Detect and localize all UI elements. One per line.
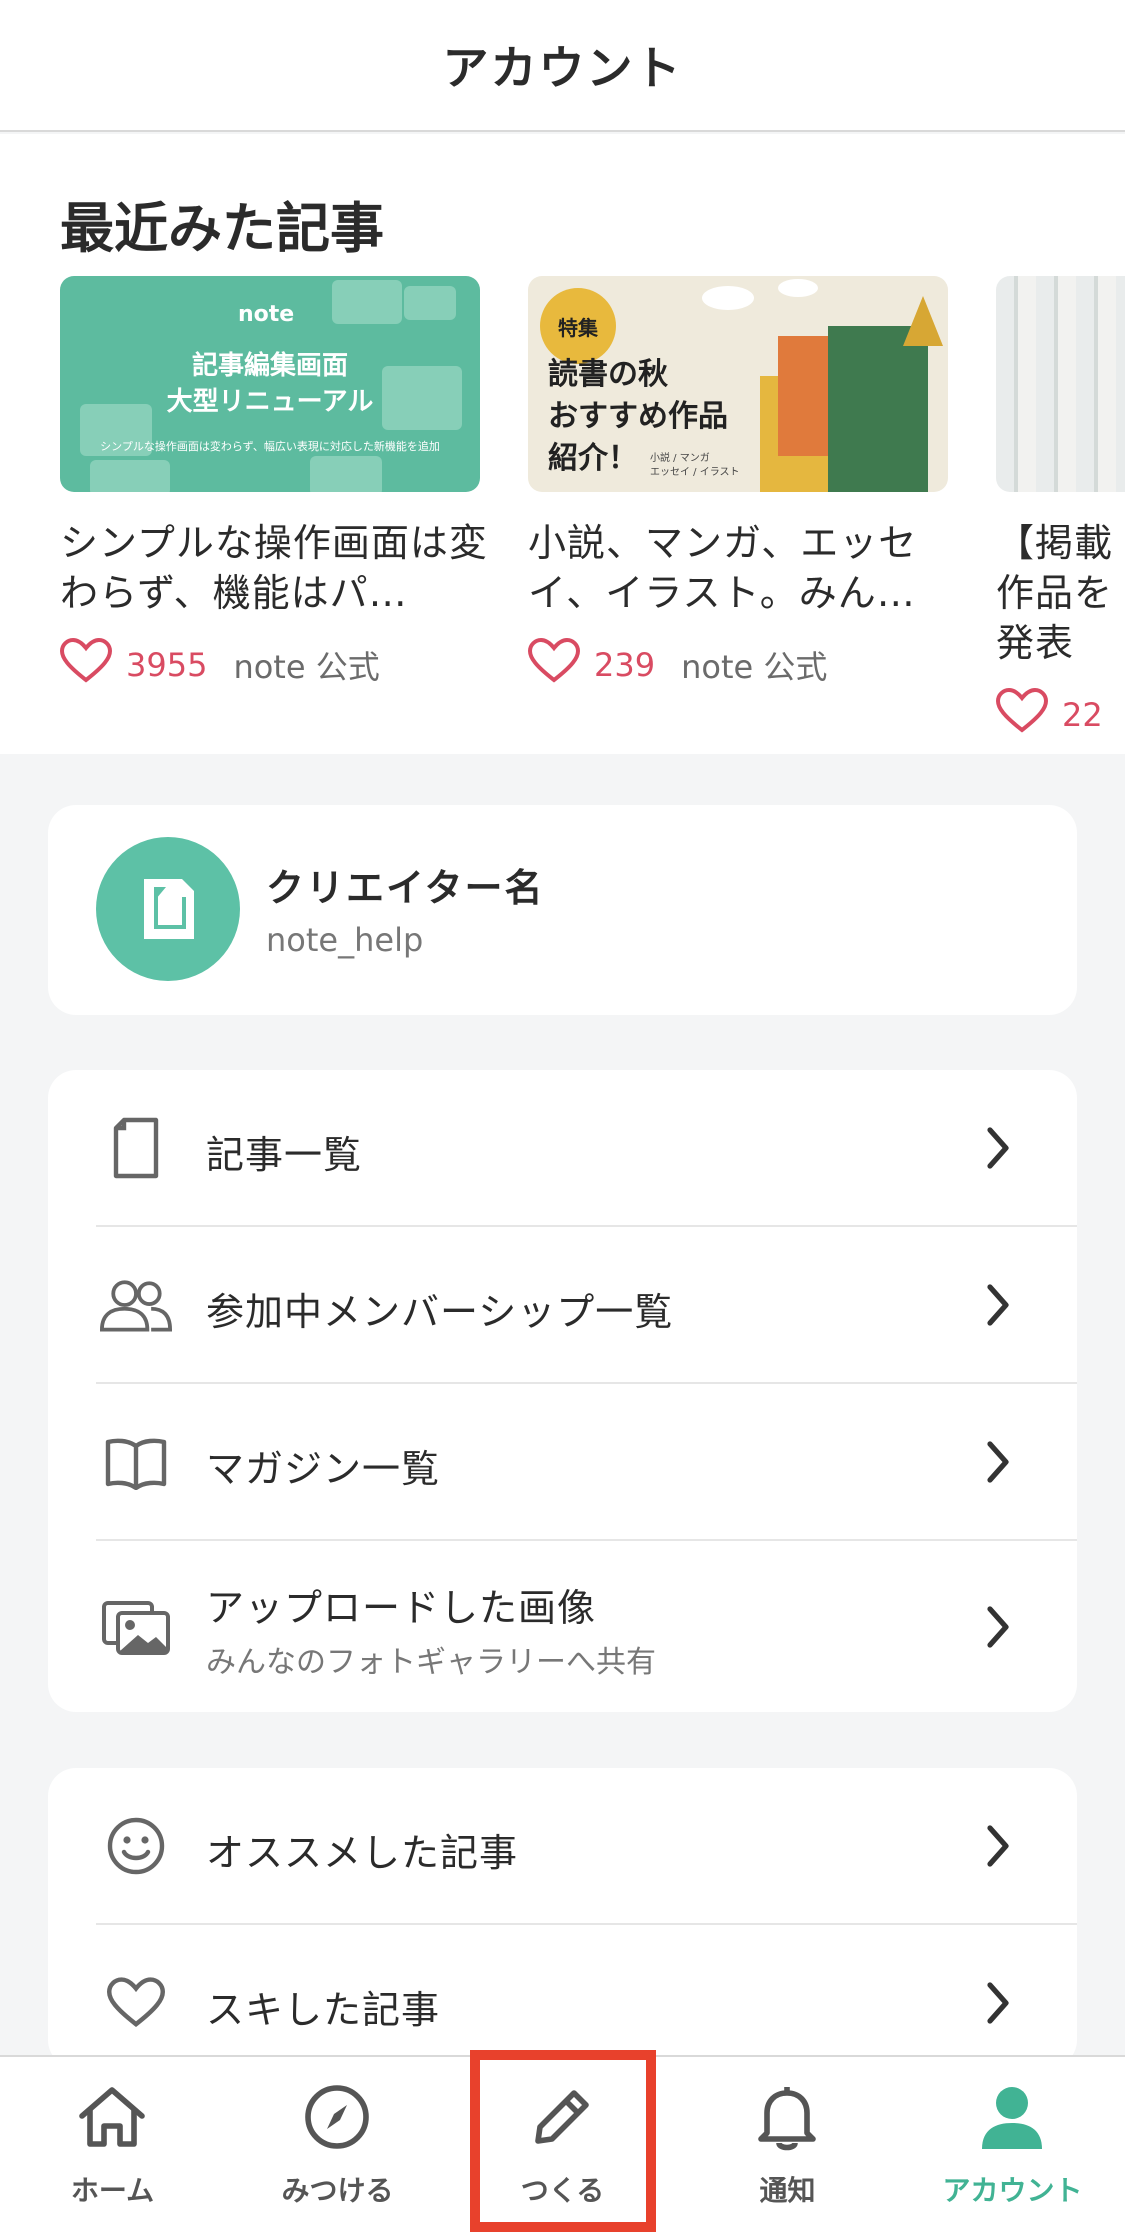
tab-account[interactable]: アカウント — [900, 2057, 1125, 2238]
like-count: 3955 — [126, 646, 208, 684]
article-thumbnail — [996, 276, 1125, 492]
person-icon — [976, 2081, 1048, 2153]
heart-icon[interactable] — [527, 637, 581, 692]
recent-articles-section: 最近みた記事 note 記事編集画面 大型リニューアル シンプルな操作画面は変わ… — [0, 134, 1125, 754]
book-icon — [100, 1426, 172, 1498]
menu-item-sublabel: みんなのフォトギャラリーへ共有 — [206, 1645, 656, 1680]
article-thumbnail: 特集 読書の秋 おすすめ作品 紹介！ 小説 / マンガ エッセイ / イラスト — [528, 276, 948, 492]
creator-name: クリエイター名 — [266, 866, 545, 910]
compass-icon — [301, 2081, 373, 2153]
article-description: 【掲載作品を発表 — [996, 521, 1114, 665]
highlight-box — [470, 2050, 656, 2232]
tab-label: 通知 — [759, 2174, 816, 2207]
heart-icon[interactable] — [59, 637, 113, 692]
chevron-right-icon — [978, 1597, 1018, 1657]
home-icon — [76, 2081, 148, 2153]
activity-menu: オススメした記事 スキした記事 — [48, 1768, 1077, 2068]
author-name: note 公式 — [681, 648, 828, 686]
menu-item-uploaded-images[interactable]: アップロードした画像 みんなのフォトギャラリーへ共有 — [48, 1541, 1077, 1712]
menu-item-label: マガジン一覧 — [206, 1447, 441, 1491]
heart-icon[interactable] — [995, 687, 1049, 742]
menu-item-label: 参加中メンバーシップ一覧 — [206, 1290, 674, 1334]
smile-icon — [100, 1810, 172, 1882]
menu-item-articles[interactable]: 記事一覧 — [48, 1070, 1077, 1226]
feature-badge: 特集 — [540, 288, 616, 364]
menu-item-memberships[interactable]: 参加中メンバーシップ一覧 — [48, 1227, 1077, 1383]
menu-item-label: オススメした記事 — [206, 1831, 519, 1875]
header: アカウント — [0, 0, 1125, 132]
avatar — [96, 837, 240, 981]
creator-id: note_help — [266, 921, 424, 959]
menu-item-label: スキした記事 — [206, 1988, 441, 2032]
menu-item-label: 記事一覧 — [206, 1133, 363, 1177]
like-count: 239 — [594, 646, 656, 684]
page-title: アカウント — [442, 41, 683, 95]
like-count: 22 — [1062, 696, 1103, 734]
thumbnail-subtitle: 小説 / マンガ エッセイ / イラスト — [650, 453, 740, 478]
profile-card[interactable]: クリエイター名 note_help — [48, 805, 1077, 1015]
article-thumbnail: note 記事編集画面 大型リニューアル シンプルな操作画面は変わらず、幅広い表… — [60, 276, 480, 492]
article-description: シンプルな操作画面は変わらず、機能はパ… — [60, 521, 488, 615]
note-logo: note — [238, 302, 295, 327]
article-meta: 22 — [995, 687, 1125, 742]
account-menu: 記事一覧 参加中メンバーシップ一覧 マガジン一覧 アップロードした画像 みんなの… — [48, 1070, 1077, 1712]
tab-label: アカウント — [942, 2174, 1083, 2207]
article-description: 小説、マンガ、エッセイ、イラスト。みん… — [528, 521, 918, 615]
author-name: note 公式 — [233, 648, 380, 686]
tab-label: ホーム — [70, 2174, 155, 2207]
section-title: 最近みた記事 — [60, 197, 384, 260]
document-icon — [100, 1112, 172, 1184]
images-icon — [100, 1591, 172, 1663]
menu-item-recommended[interactable]: オススメした記事 — [48, 1768, 1077, 1924]
tab-label: みつける — [281, 2174, 394, 2207]
thumbnail-subtitle: シンプルな操作画面は変わらず、幅広い表現に対応した新機能を追加 — [100, 440, 440, 453]
thumbnail-title: 記事編集画面 大型リニューアル — [166, 351, 374, 417]
bell-icon — [751, 2081, 823, 2153]
tab-home[interactable]: ホーム — [0, 2057, 225, 2238]
menu-item-magazines[interactable]: マガジン一覧 — [48, 1384, 1077, 1540]
article-card[interactable]: 【掲載作品を発表 22 — [995, 276, 1125, 742]
chevron-right-icon — [978, 1275, 1018, 1335]
chevron-right-icon — [978, 1118, 1018, 1178]
chevron-right-icon — [978, 1816, 1018, 1876]
article-card[interactable]: 特集 読書の秋 おすすめ作品 紹介！ 小説 / マンガ エッセイ / イラスト … — [527, 276, 948, 692]
tab-notifications[interactable]: 通知 — [675, 2057, 900, 2238]
members-icon — [100, 1269, 172, 1341]
heart-icon — [100, 1967, 172, 2039]
menu-item-liked[interactable]: スキした記事 — [48, 1925, 1077, 2068]
menu-item-label: アップロードした画像 — [206, 1586, 597, 1630]
chevron-right-icon — [978, 1432, 1018, 1492]
article-meta: 3955 note 公式 — [59, 637, 480, 692]
tab-discover[interactable]: みつける — [225, 2057, 450, 2238]
chevron-right-icon — [978, 1973, 1018, 2033]
article-card[interactable]: note 記事編集画面 大型リニューアル シンプルな操作画面は変わらず、幅広い表… — [59, 276, 487, 692]
article-meta: 239 note 公式 — [527, 637, 948, 692]
